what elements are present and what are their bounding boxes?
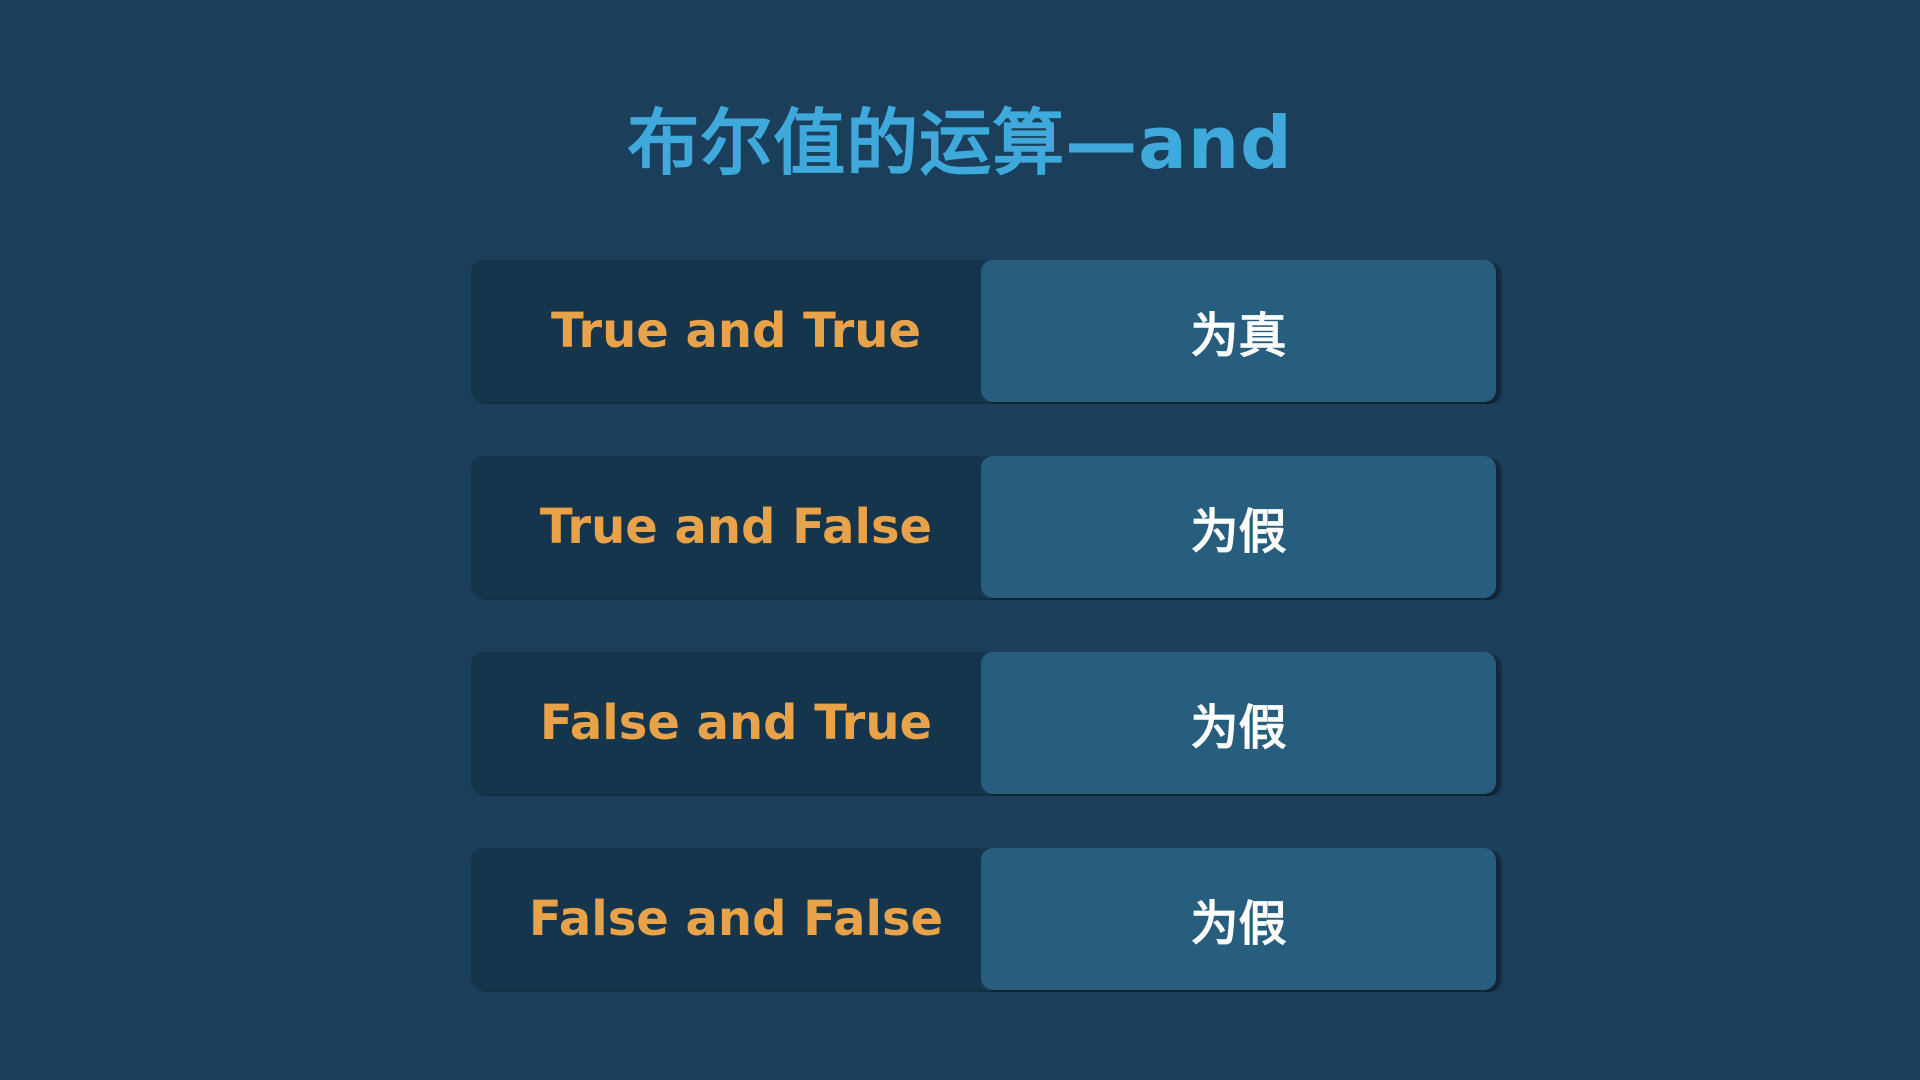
- table-row: True and False 为假: [471, 456, 1499, 598]
- truth-table: True and True 为真 True and False 为假 False…: [471, 260, 1499, 990]
- expression-cell: False and True: [539, 695, 933, 751]
- result-cell: 为假: [981, 652, 1496, 794]
- table-row: False and False 为假: [471, 848, 1499, 990]
- result-cell: 为假: [981, 456, 1496, 598]
- table-row: True and True 为真: [471, 260, 1499, 402]
- slide-title: 布尔值的运算—and: [627, 101, 1293, 185]
- table-row: False and True 为假: [471, 652, 1499, 794]
- expression-cell: True and True: [550, 303, 922, 359]
- expression-cell: False and False: [528, 891, 944, 947]
- result-cell: 为假: [981, 848, 1496, 990]
- result-cell: 为真: [981, 260, 1496, 402]
- expression-cell: True and False: [539, 499, 933, 555]
